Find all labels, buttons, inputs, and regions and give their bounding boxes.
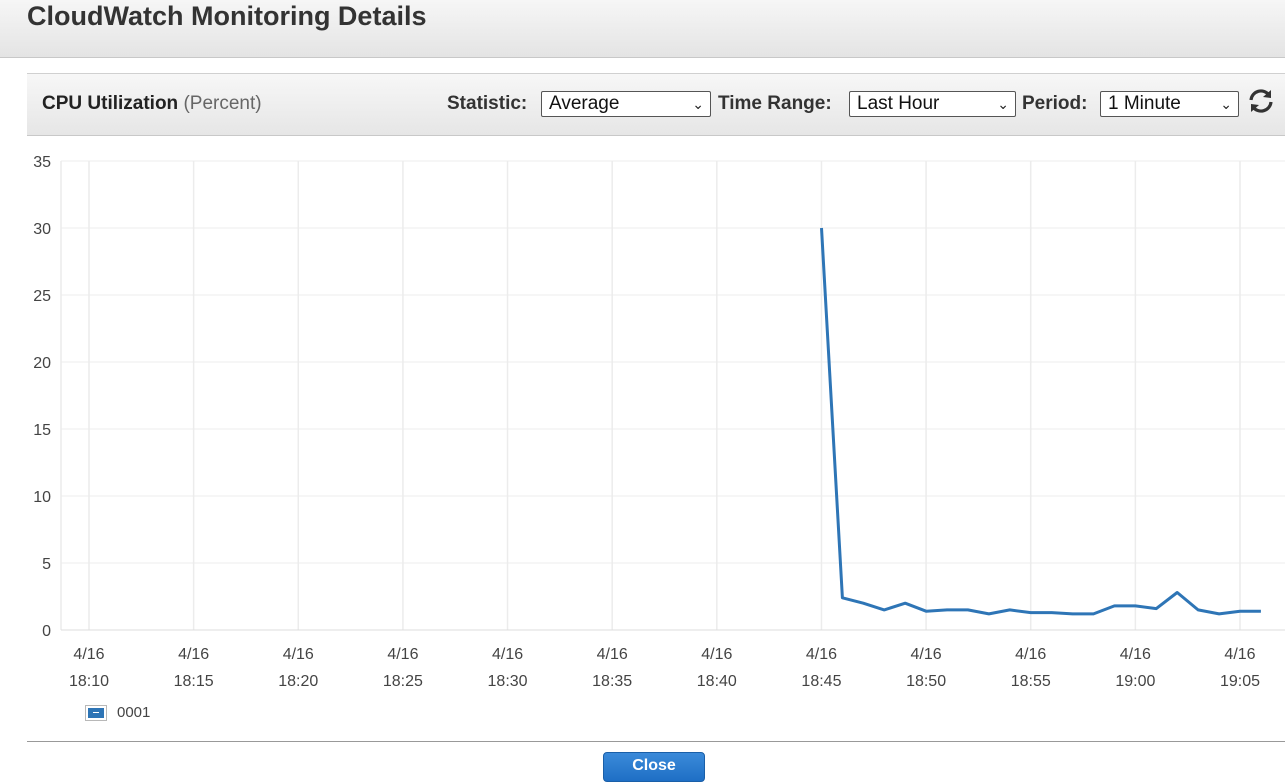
x-tick-date: 4/16 [492,646,523,663]
x-tick-time: 18:30 [488,673,528,690]
legend-toggle[interactable] [85,705,107,721]
time-range-value: Last Hour [857,93,940,114]
x-tick-time: 19:05 [1220,673,1260,690]
metric-name: CPU Utilization [42,93,179,114]
statistic-value: Average [549,93,620,114]
x-tick-date: 4/16 [806,646,837,663]
metric-toolbar: CPU Utilization (Percent) Statistic: Ave… [27,73,1285,136]
y-tick-label: 10 [33,489,51,506]
x-tick-date: 4/16 [597,646,628,663]
x-tick-time: 18:25 [383,673,423,690]
period-select[interactable]: 1 Minute ⌄ [1100,91,1239,117]
y-tick-label: 5 [42,556,51,573]
close-button[interactable]: Close [603,752,705,782]
metric-unit: (Percent) [183,93,262,114]
chart-grid [60,160,1285,631]
header: CloudWatch Monitoring Details [0,0,1285,58]
x-tick-time: 18:45 [801,673,841,690]
time-range-select[interactable]: Last Hour ⌄ [849,91,1016,117]
time-range-label: Time Range: [718,93,832,114]
period-value: 1 Minute [1108,93,1181,114]
x-tick-date: 4/16 [178,646,209,663]
x-tick-date: 4/16 [73,646,104,663]
chart-series [820,227,1261,616]
statistic-select[interactable]: Average ⌄ [541,91,711,117]
x-tick-time: 18:15 [174,673,214,690]
x-tick-time: 18:55 [1011,673,1051,690]
chevron-down-icon: ⌄ [692,96,704,112]
x-tick-date: 4/16 [911,646,942,663]
x-tick-date: 4/16 [387,646,418,663]
statistic-label: Statistic: [447,93,528,114]
x-tick-time: 18:50 [906,673,946,690]
x-tick-date: 4/16 [1015,646,1046,663]
refresh-icon[interactable] [1245,85,1277,117]
divider [27,741,1285,742]
y-tick-label: 25 [33,288,51,305]
x-tick-date: 4/16 [1120,646,1151,663]
y-tick-label: 30 [33,221,51,238]
x-tick-time: 18:10 [69,673,109,690]
period-label: Period: [1022,93,1088,114]
y-tick-label: 35 [33,154,51,171]
legend-label: 0001 [117,704,151,721]
y-tick-label: 15 [33,422,51,439]
x-tick-time: 18:20 [278,673,318,690]
metric-title: CPU Utilization (Percent) [42,93,262,115]
x-tick-date: 4/16 [701,646,732,663]
chart-axes: 0 5 10 15 20 25 30 35 4/16 18:10 4/16 18:15 4/16 18:2… [33,154,1260,690]
page-title: CloudWatch Monitoring Details [27,1,427,31]
cpu-utilization-chart: 0 5 10 15 20 25 30 35 4/16 18:10 4/16 18:15 4/16 18:2… [33,154,1285,690]
y-tick-label: 20 [33,355,51,372]
x-tick-date: 4/16 [1224,646,1255,663]
y-tick-label: 0 [42,623,51,640]
chevron-down-icon: ⌄ [997,96,1009,112]
x-tick-time: 18:40 [697,673,737,690]
x-tick-time: 19:00 [1115,673,1155,690]
x-tick-date: 4/16 [283,646,314,663]
chevron-down-icon: ⌄ [1220,96,1232,112]
x-tick-time: 18:35 [592,673,632,690]
series-line-0001 [820,227,1261,616]
